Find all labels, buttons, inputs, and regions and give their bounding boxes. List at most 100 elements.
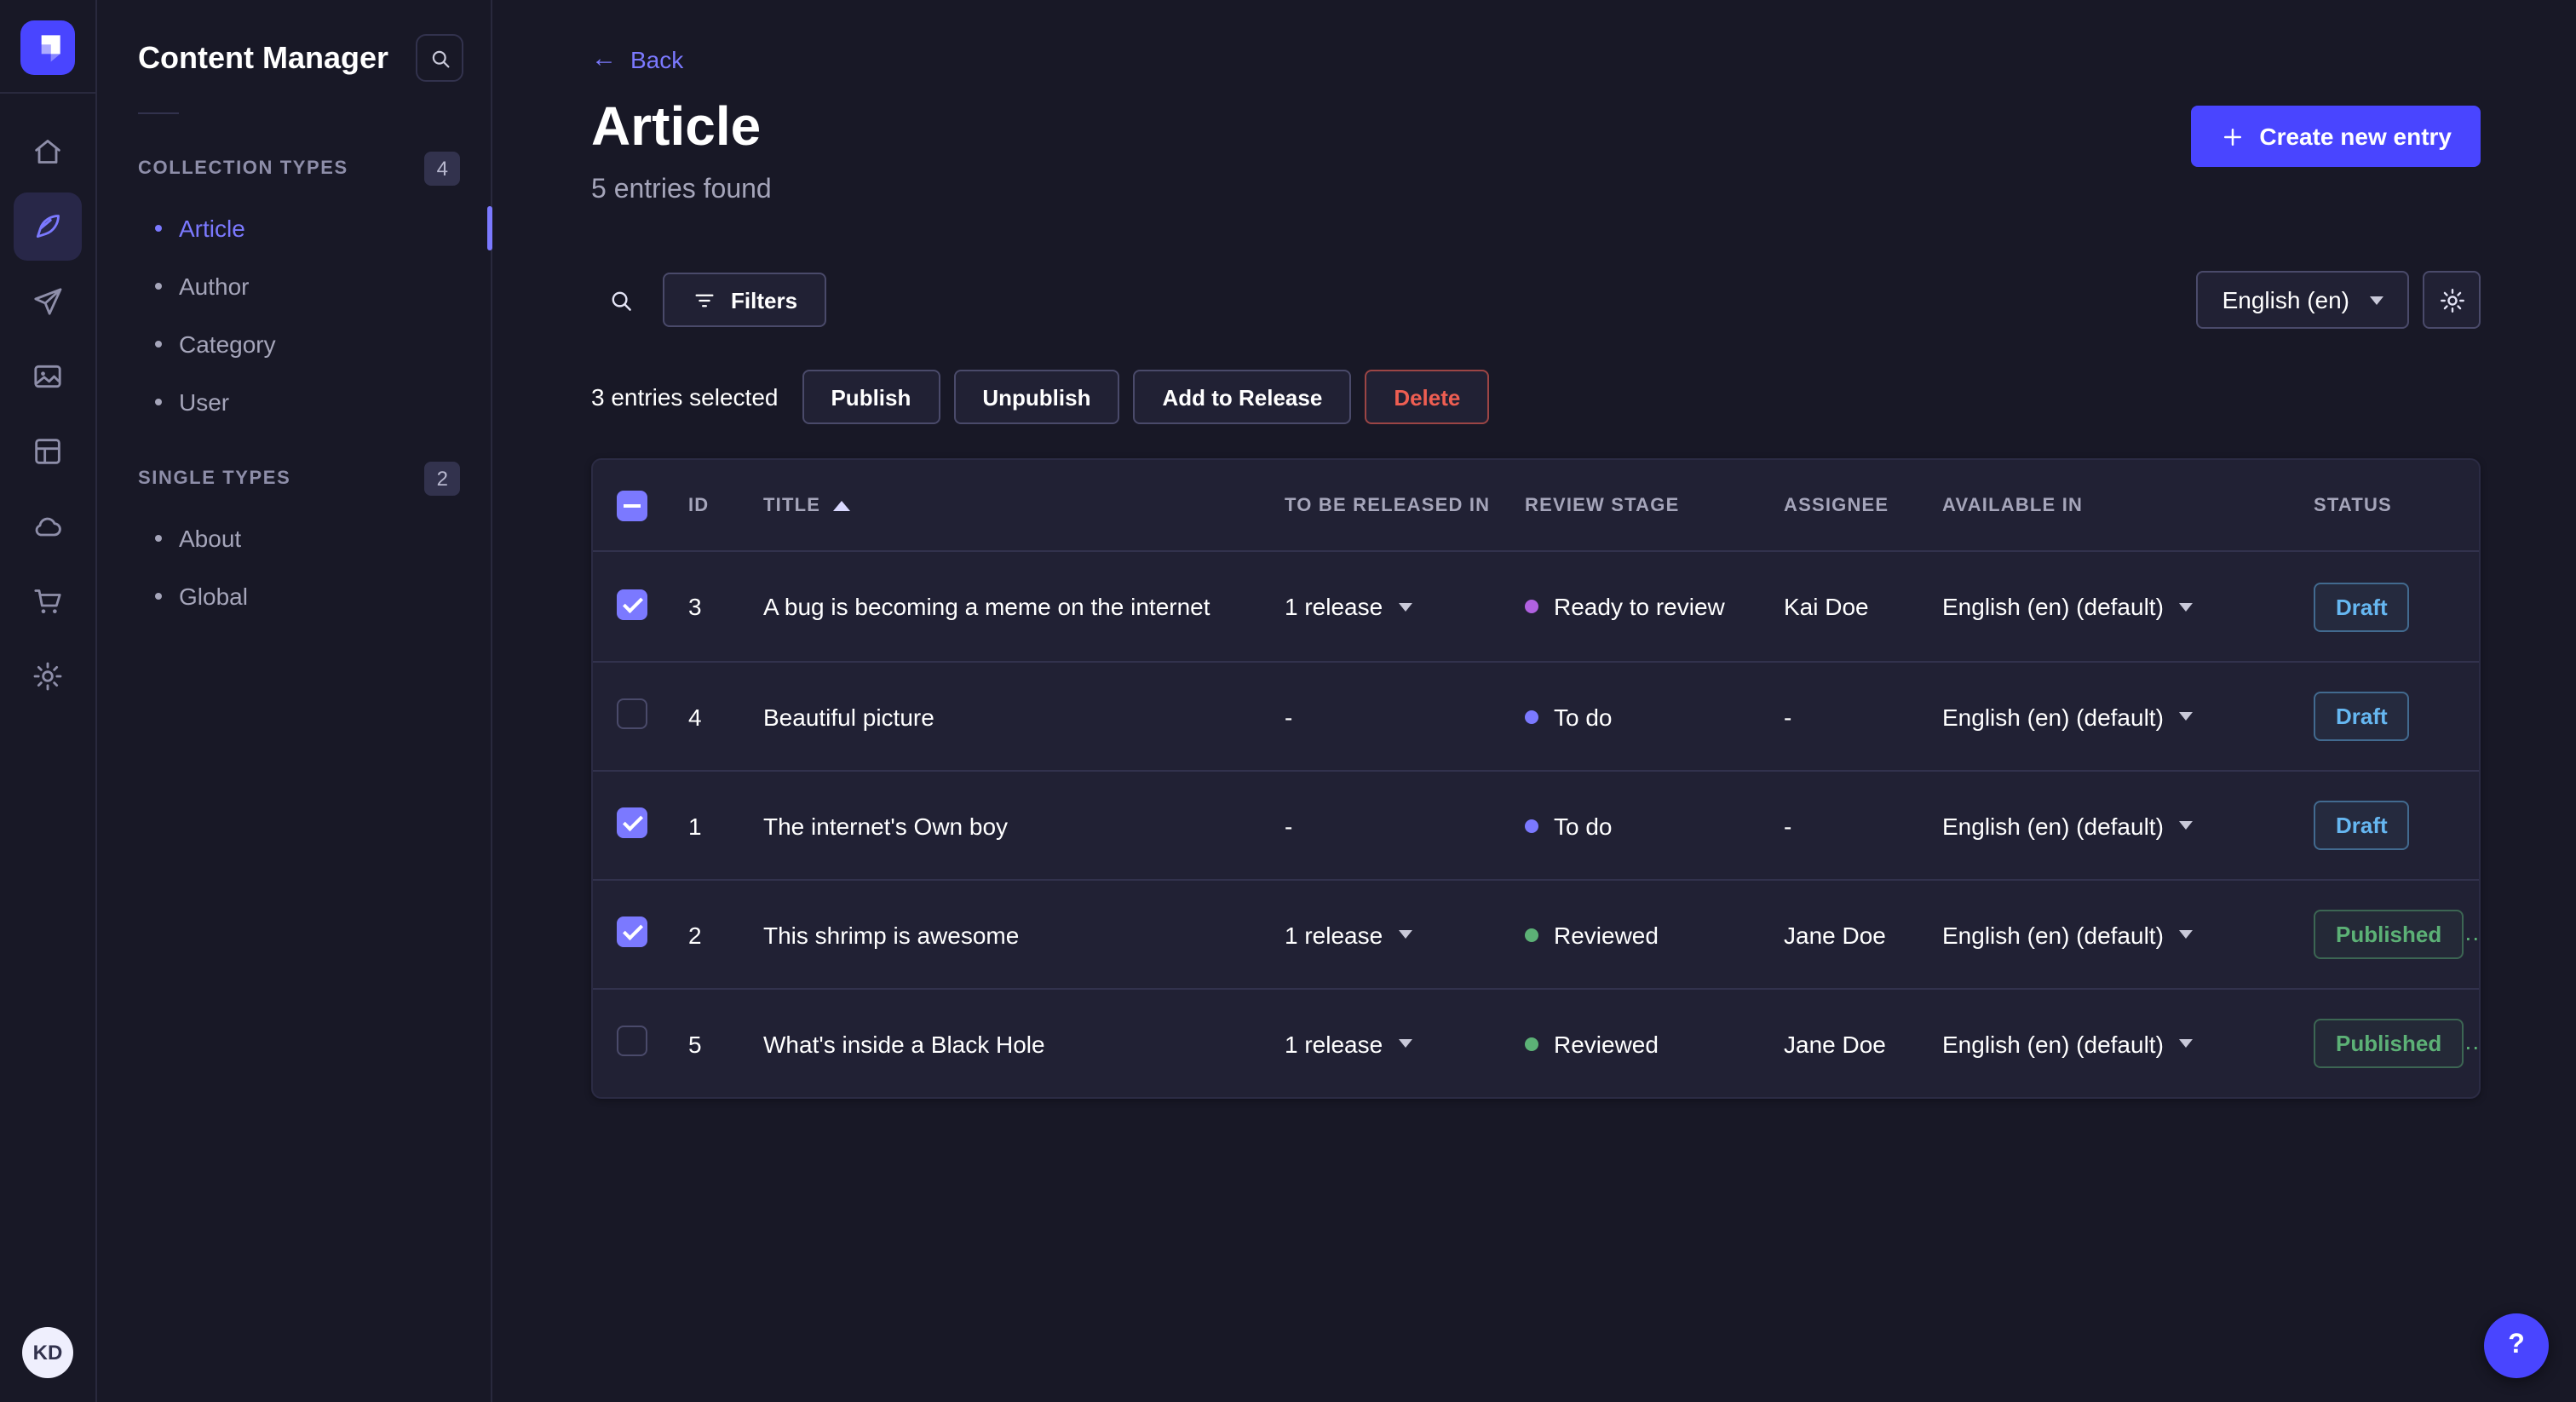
single-types-label: SINGLE TYPES [138,468,291,489]
sidebar-item-label: User [179,388,230,416]
delete-button[interactable]: Delete [1365,370,1490,424]
search-icon [427,45,452,71]
filters-label: Filters [731,287,798,313]
row-release: 1 release [1285,921,1383,948]
strapi-logo-icon [41,35,60,62]
select-all-checkbox[interactable] [617,490,647,520]
row-checkbox[interactable] [617,1026,647,1056]
chevron-down-icon [2178,602,2193,611]
release-dropdown[interactable]: - [1285,812,1525,839]
row-assignee: Jane Doe [1784,1030,1886,1057]
row-release: - [1285,703,1293,730]
table-row[interactable]: 1 The internet's Own boy - To do - Engli… [593,770,2479,879]
chevron-down-icon [1398,602,1412,611]
nav-item-cloud[interactable] [14,492,82,560]
nav-item-settings[interactable] [14,642,82,710]
content-type-builder-icon [31,434,65,468]
column-header-status[interactable]: STATUS [2314,495,2479,515]
main-content: ← Back Article 5 entries found Create ne… [492,0,2576,1402]
create-new-entry-button[interactable]: Create new entry [2191,106,2481,167]
release-dropdown[interactable]: - [1285,703,1525,730]
cloud-icon [31,509,65,543]
review-stage-cell: Reviewed [1525,921,1784,948]
locale-dropdown[interactable]: English (en) (default) [1942,593,2314,620]
row-stage: Reviewed [1554,1030,1659,1057]
row-checkbox[interactable] [617,916,647,947]
locale-dropdown[interactable]: English (en) (default) [1942,1030,2314,1057]
column-header-title[interactable]: TITLE [763,495,1285,515]
table-row[interactable]: 2 This shrimp is awesome 1 release Revie… [593,879,2479,988]
sidebar-item-user[interactable]: User [97,373,491,431]
column-header-to-be-released-in[interactable]: TO BE RELEASED IN [1285,495,1525,515]
release-dropdown[interactable]: 1 release [1285,1030,1525,1057]
row-id: 5 [688,1030,702,1057]
nav-item-media-library[interactable] [14,342,82,411]
release-dropdown[interactable]: 1 release [1285,593,1525,620]
stage-dot [1525,819,1538,832]
sidebar-item-global[interactable]: Global [97,567,491,625]
publish-button[interactable]: Publish [802,370,940,424]
column-header-available-in[interactable]: AVAILABLE IN [1942,495,2314,515]
filters-button[interactable]: Filters [663,273,827,327]
sidebar-item-author[interactable]: Author [97,257,491,315]
table-row[interactable]: 5 What's inside a Black Hole 1 release R… [593,988,2479,1097]
status-badge: Draft [2314,692,2410,741]
subnav-divider [138,112,179,114]
help-button[interactable]: ? [2484,1313,2549,1378]
stage-dot [1525,928,1538,941]
row-title: A bug is becoming a meme on the internet [763,593,1210,620]
entries-count: 5 entries found [591,175,772,204]
main-nav-rail: KD [0,0,97,1402]
view-settings-button[interactable] [2423,271,2481,329]
nav-item-marketplace[interactable] [14,567,82,635]
sidebar-item-about[interactable]: About [97,509,491,567]
row-id: 2 [688,921,702,948]
row-checkbox[interactable] [617,807,647,838]
chevron-down-icon [1398,1039,1412,1048]
nav-item-content-type-builder[interactable] [14,417,82,486]
locale-select-value: English (en) [2222,286,2349,313]
app-root: KD Content Manager COLLECTION TYPES 4 Ar… [0,0,2576,1402]
back-label: Back [630,45,684,72]
chevron-down-icon [2178,930,2193,939]
bullet-icon [155,535,162,542]
sort-ascending-icon[interactable] [832,500,850,510]
user-avatar[interactable]: KD [22,1327,73,1378]
row-title: Beautiful picture [763,703,934,730]
locale-dropdown[interactable]: English (en) (default) [1942,812,2314,839]
table-row[interactable]: 3 A bug is becoming a meme on the intern… [593,552,2479,661]
sidebar-item-category[interactable]: Category [97,315,491,373]
row-checkbox[interactable] [617,698,647,729]
strapi-logo[interactable] [20,20,75,75]
stage-dot [1525,1037,1538,1050]
bullet-icon [155,341,162,348]
status-badge: Published [2314,910,2464,959]
sidebar-item-label: Category [179,330,276,358]
column-header-id[interactable]: ID [688,495,763,515]
nav-item-releases[interactable] [14,267,82,336]
row-checkbox[interactable] [617,589,647,619]
subnav-search-button[interactable] [416,34,463,82]
status-badge: Draft [2314,801,2410,850]
back-arrow-icon: ← [591,44,617,73]
status-badge: Draft [2314,582,2410,631]
entries-table: ID TITLE TO BE RELEASED IN REVIEW STAGE … [591,458,2481,1099]
unpublish-button[interactable]: Unpublish [953,370,1120,424]
nav-item-content-manager[interactable] [14,192,82,261]
table-row[interactable]: 4 Beautiful picture - To do - English (e… [593,661,2479,770]
sidebar-item-article[interactable]: Article [97,199,491,257]
locale-dropdown[interactable]: English (en) (default) [1942,921,2314,948]
add-to-release-button[interactable]: Add to Release [1133,370,1352,424]
column-header-assignee[interactable]: ASSIGNEE [1784,495,1942,515]
search-button[interactable] [591,271,649,329]
column-header-review-stage[interactable]: REVIEW STAGE [1525,495,1784,515]
nav-item-home[interactable] [14,118,82,186]
sidebar-item-label: Global [179,583,248,610]
gear-icon [2437,285,2466,314]
back-link[interactable]: ← Back [591,45,683,72]
home-icon [31,135,65,169]
subnav-title: Content Manager [138,40,389,74]
release-dropdown[interactable]: 1 release [1285,921,1525,948]
locale-select[interactable]: English (en) [2196,271,2409,329]
locale-dropdown[interactable]: English (en) (default) [1942,703,2314,730]
